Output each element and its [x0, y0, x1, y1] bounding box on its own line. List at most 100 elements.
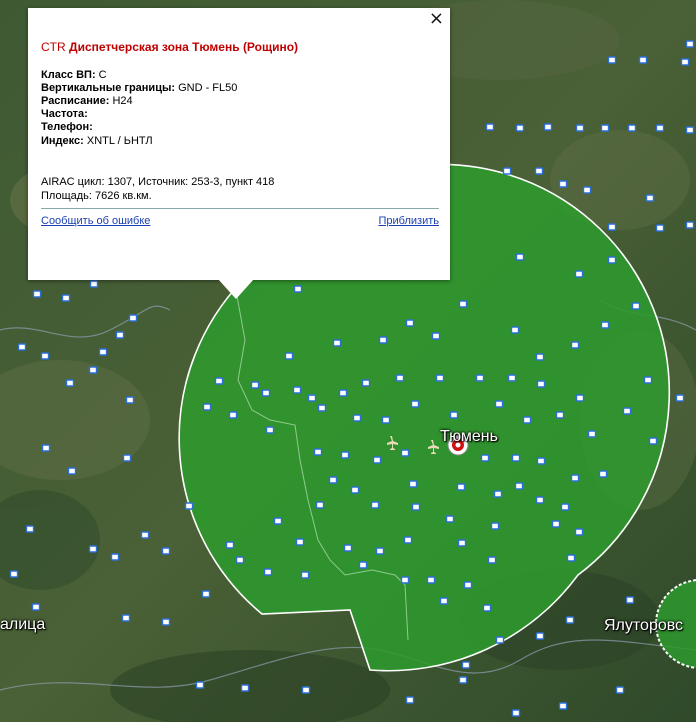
airfield-icon[interactable]	[507, 374, 517, 382]
airfield-icon[interactable]	[300, 571, 310, 579]
airfield-icon[interactable]	[645, 194, 655, 202]
airfield-icon[interactable]	[408, 480, 418, 488]
airfield-icon[interactable]	[487, 556, 497, 564]
airfield-icon[interactable]	[439, 597, 449, 605]
airfield-icon[interactable]	[574, 270, 584, 278]
airfield-icon[interactable]	[284, 352, 294, 360]
airfield-icon[interactable]	[202, 403, 212, 411]
airfield-icon[interactable]	[411, 503, 421, 511]
airfield-icon[interactable]	[627, 124, 637, 132]
airfield-icon[interactable]	[293, 285, 303, 293]
airfield-icon[interactable]	[461, 661, 471, 669]
airfield-icon[interactable]	[480, 454, 490, 462]
airfield-icon[interactable]	[494, 400, 504, 408]
airfield-icon[interactable]	[426, 576, 436, 584]
airfield-icon[interactable]	[201, 590, 211, 598]
airfield-icon[interactable]	[115, 331, 125, 339]
airfield-icon[interactable]	[515, 124, 525, 132]
airfield-icon[interactable]	[161, 547, 171, 555]
zoom-in-link[interactable]: Приблизить	[379, 215, 440, 227]
airfield-icon[interactable]	[405, 696, 415, 704]
airfield-icon[interactable]	[587, 430, 597, 438]
airfield-icon[interactable]	[110, 553, 120, 561]
airfield-icon[interactable]	[575, 394, 585, 402]
airfield-icon[interactable]	[240, 684, 250, 692]
airfield-icon[interactable]	[511, 709, 521, 717]
airfield-icon[interactable]	[307, 394, 317, 402]
airfield-icon[interactable]	[315, 501, 325, 509]
airfield-icon[interactable]	[543, 123, 553, 131]
airfield-icon[interactable]	[261, 389, 271, 397]
airfield-icon[interactable]	[317, 404, 327, 412]
airfield-icon[interactable]	[598, 470, 608, 478]
airfield-icon[interactable]	[313, 448, 323, 456]
airfield-icon[interactable]	[361, 379, 371, 387]
airfield-icon[interactable]	[332, 339, 342, 347]
airfield-icon[interactable]	[570, 474, 580, 482]
airfield-icon[interactable]	[338, 389, 348, 397]
airfield-icon[interactable]	[358, 561, 368, 569]
airfield-icon[interactable]	[655, 224, 665, 232]
airfield-icon[interactable]	[449, 411, 459, 419]
airfield-icon[interactable]	[225, 541, 235, 549]
airfield-icon[interactable]	[184, 502, 194, 510]
airfield-icon[interactable]	[607, 56, 617, 64]
airfield-icon[interactable]	[431, 332, 441, 340]
airfield-icon[interactable]	[574, 528, 584, 536]
airfield-icon[interactable]	[570, 341, 580, 349]
airfield-icon[interactable]	[555, 411, 565, 419]
airfield-icon[interactable]	[463, 581, 473, 589]
airfield-icon[interactable]	[352, 414, 362, 422]
airfield-icon[interactable]	[370, 501, 380, 509]
airfield-icon[interactable]	[301, 686, 311, 694]
airfield-icon[interactable]	[566, 554, 576, 562]
airfield-icon[interactable]	[536, 457, 546, 465]
airfield-icon[interactable]	[17, 343, 27, 351]
airfield-icon[interactable]	[435, 374, 445, 382]
airfield-icon[interactable]	[295, 538, 305, 546]
airfield-icon[interactable]	[343, 544, 353, 552]
airfield-icon[interactable]	[511, 454, 521, 462]
airfield-icon[interactable]	[98, 348, 108, 356]
airfield-icon[interactable]	[122, 454, 132, 462]
airfield-icon[interactable]	[534, 167, 544, 175]
airfield-icon[interactable]	[535, 496, 545, 504]
airfield-icon[interactable]	[31, 603, 41, 611]
airfield-icon[interactable]	[375, 547, 385, 555]
airfield-icon[interactable]	[551, 520, 561, 528]
airfield-icon[interactable]	[65, 379, 75, 387]
airfield-icon[interactable]	[292, 386, 302, 394]
airfield-icon[interactable]	[685, 221, 695, 229]
airfield-icon[interactable]	[161, 618, 171, 626]
airfield-icon[interactable]	[32, 290, 42, 298]
airfield-icon[interactable]	[475, 374, 485, 382]
airfield-icon[interactable]	[195, 681, 205, 689]
airfield-icon[interactable]	[445, 515, 455, 523]
airfield-icon[interactable]	[560, 503, 570, 511]
airfield-icon[interactable]	[372, 456, 382, 464]
airfield-icon[interactable]	[457, 539, 467, 547]
airfield-icon[interactable]	[600, 124, 610, 132]
airfield-icon[interactable]	[675, 394, 685, 402]
airfield-icon[interactable]	[89, 280, 99, 288]
airfield-icon[interactable]	[607, 223, 617, 231]
airfield-icon[interactable]	[250, 381, 260, 389]
airfield-icon[interactable]	[482, 604, 492, 612]
airfield-icon[interactable]	[410, 400, 420, 408]
airfield-icon[interactable]	[121, 614, 131, 622]
airfield-icon[interactable]	[228, 411, 238, 419]
airfield-icon[interactable]	[456, 483, 466, 491]
airfield-icon[interactable]	[405, 319, 415, 327]
airfield-icon[interactable]	[490, 522, 500, 530]
airfield-icon[interactable]	[622, 407, 632, 415]
airfield-icon[interactable]	[381, 416, 391, 424]
airfield-icon[interactable]	[265, 426, 275, 434]
airfield-icon[interactable]	[680, 58, 690, 66]
airfield-icon[interactable]	[128, 314, 138, 322]
airfield-icon[interactable]	[340, 451, 350, 459]
airfield-icon[interactable]	[125, 396, 135, 404]
airfield-icon[interactable]	[400, 449, 410, 457]
airfield-icon[interactable]	[493, 490, 503, 498]
report-error-link[interactable]: Сообщить об ошибке	[41, 215, 150, 227]
airfield-icon[interactable]	[655, 124, 665, 132]
